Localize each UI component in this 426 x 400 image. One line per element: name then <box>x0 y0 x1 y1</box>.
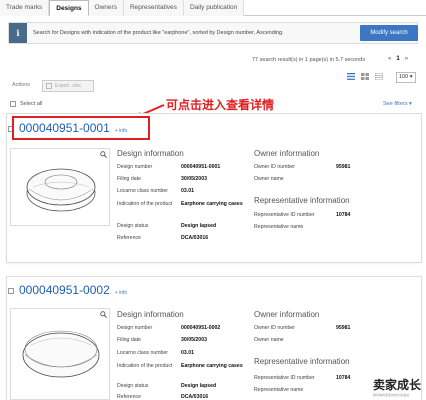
export-xlsx-button[interactable]: Export .xlsx <box>42 80 94 92</box>
label-design-number: Design number <box>117 325 153 331</box>
label-reference: Reference <box>117 394 141 400</box>
value-indication: Earphone carrying cases <box>181 201 243 207</box>
value-owner-id: 95981 <box>336 164 351 170</box>
label-filing-date: Filing date <box>117 176 141 182</box>
annotation-text: 可点击进入查看详情 <box>166 98 275 112</box>
grid-view-icon[interactable] <box>361 73 369 80</box>
select-all-label: Select all <box>20 101 43 107</box>
pager-prev[interactable]: « <box>388 56 391 62</box>
label-reference: Reference <box>117 235 141 241</box>
label-owner-name: Owner name <box>254 176 284 182</box>
chevron-down-icon: ▾ <box>409 101 412 107</box>
value-locarno: 03.01 <box>181 188 194 194</box>
value-indication: Earphone carrying cases <box>181 363 243 369</box>
label-locarno: Locarno class number <box>117 188 169 194</box>
design-info-title: Design information <box>117 149 184 158</box>
tab-designs[interactable]: Designs <box>49 0 89 16</box>
design-info-title: Design information <box>117 310 184 319</box>
earphone-case-drawing <box>22 330 100 378</box>
value-reference: DCA/03016 <box>181 394 209 400</box>
label-owner-id: Owner ID number <box>254 325 295 331</box>
label-indication: Indication of the product <box>117 201 173 207</box>
owner-info-title: Owner information <box>254 149 320 158</box>
select-all[interactable]: Select all <box>10 101 42 107</box>
select-all-checkbox[interactable] <box>10 101 16 107</box>
label-status: Design status <box>117 383 149 389</box>
watermark-text: 卖家成长 <box>373 378 422 392</box>
value-reference: DCA/03016 <box>181 235 209 241</box>
label-owner-name: Owner name <box>254 337 284 343</box>
chevron-down-icon: ▾ <box>409 74 413 80</box>
value-filing-date: 30/05/2003 <box>181 337 207 343</box>
pager: « 1 » <box>388 56 408 62</box>
value-owner-id: 95981 <box>336 325 351 331</box>
design-thumbnail[interactable] <box>10 308 110 400</box>
table-view-icon[interactable] <box>375 73 383 80</box>
value-rep-id: 10784 <box>336 375 351 381</box>
pager-next[interactable]: » <box>405 56 408 62</box>
label-filing-date: Filing date <box>117 337 141 343</box>
design-thumbnail[interactable] <box>10 148 110 226</box>
owner-info-title: Owner information <box>254 310 320 319</box>
search-info-bar: i Search for Designs with indication of … <box>8 22 418 44</box>
label-design-number: Design number <box>117 164 153 170</box>
main-tabs: Trade marks Designs Owners Representativ… <box>0 0 426 16</box>
view-mode-toggle <box>347 73 383 80</box>
value-rep-id: 10784 <box>336 212 351 218</box>
tab-trade-marks[interactable]: Trade marks <box>0 0 50 16</box>
annotation-highlight-box <box>12 116 150 140</box>
value-status: Design lapsed <box>181 223 217 229</box>
value-locarno: 03.01 <box>181 350 194 356</box>
label-rep-name: Representative name <box>254 387 304 393</box>
actions-label: Actions <box>12 82 31 88</box>
tab-representatives[interactable]: Representatives <box>123 0 184 16</box>
see-filters-link[interactable]: See filters ▾ <box>383 101 412 107</box>
modify-search-button[interactable]: Modify search <box>360 25 418 41</box>
rep-info-title: Representative information <box>254 357 350 366</box>
search-info-text: Search for Designs with indication of th… <box>33 30 284 36</box>
rep-info-title: Representative information <box>254 196 350 205</box>
design-number-link[interactable]: 000040951-0002 <box>19 283 110 297</box>
label-locarno: Locarno class number <box>117 350 169 356</box>
export-icon <box>46 83 52 89</box>
list-view-icon[interactable] <box>347 73 355 80</box>
zoom-icon[interactable] <box>100 311 107 318</box>
value-design-number: 000040951-0002 <box>181 325 221 331</box>
earphone-case-drawing <box>26 168 96 212</box>
label-rep-id: Representative ID number <box>254 375 315 381</box>
label-rep-name: Representative name <box>254 224 304 230</box>
watermark-subtext: 跨境电商卖家的成长加油站 <box>373 393 410 397</box>
watermark-logo: 卖家成长 跨境电商卖家的成长加油站 <box>373 376 421 397</box>
more-info-link[interactable]: + info <box>115 290 127 296</box>
value-status: Design lapsed <box>181 383 217 389</box>
label-owner-id: Owner ID number <box>254 164 295 170</box>
value-filing-date: 30/05/2003 <box>181 176 207 182</box>
label-indication: Indication of the product <box>117 363 173 369</box>
export-label: Export .xlsx <box>55 83 81 89</box>
info-icon: i <box>9 23 27 43</box>
see-filters-label: See filters <box>383 101 408 107</box>
label-rep-id: Representative ID number <box>254 212 315 218</box>
per-page-value: 100 <box>399 74 409 80</box>
results-count: 77 search result(s) in 1 page(s) in 5.7 … <box>252 57 366 63</box>
tab-owners[interactable]: Owners <box>88 0 124 16</box>
result-checkbox[interactable] <box>8 288 14 294</box>
value-design-number: 000040951-0001 <box>181 164 221 170</box>
tab-daily-publication[interactable]: Daily publication <box>183 0 245 16</box>
pager-current[interactable]: 1 <box>396 56 399 62</box>
label-status: Design status <box>117 223 149 229</box>
result-card-header: 000040951-0002 + info <box>8 283 127 297</box>
per-page-select[interactable]: 100 ▾ <box>396 72 416 83</box>
zoom-icon[interactable] <box>100 151 107 158</box>
